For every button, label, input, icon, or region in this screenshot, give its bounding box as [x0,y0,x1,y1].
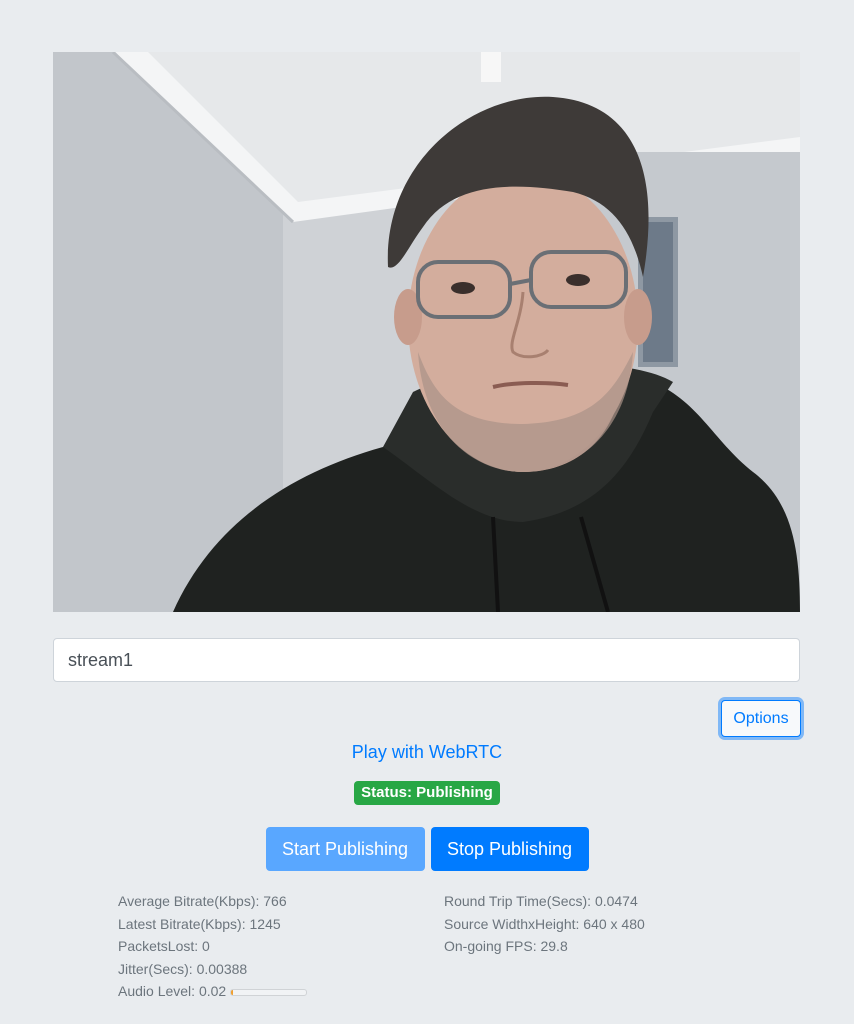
publish-actions: Start Publishing Stop Publishing [0,827,854,871]
fps-stat: On-going FPS: 29.8 [444,938,568,955]
stats-left-column: Average Bitrate(Kbps): 766 Latest Bitrat… [118,890,308,1003]
publish-page: Options Play with WebRTC Status: Publish… [0,0,854,1024]
audio-level-meter-fill [231,990,233,996]
status-badge: Status: Publishing [354,781,500,805]
webcam-image [53,52,800,612]
audio-level-meter [230,989,308,997]
packets-lost-stat: PacketsLost: 0 [118,938,210,955]
stats-right-column: Round Trip Time(Secs): 0.0474 Source Wid… [444,890,645,958]
average-bitrate-stat: Average Bitrate(Kbps): 766 [118,893,287,909]
play-link-container: Play with WebRTC [0,740,854,764]
status-container: Status: Publishing [0,781,854,805]
source-resolution-stat: Source WidthxHeight: 640 x 480 [444,915,645,932]
start-publishing-button[interactable]: Start Publishing [265,827,425,871]
latest-bitrate-stat: Latest Bitrate(Kbps): 1245 [118,915,281,932]
stop-publishing-button[interactable]: Stop Publishing [430,827,589,871]
audio-level-row: Audio Level: 0.02 [118,980,308,1003]
stream-name-input[interactable] [53,638,800,682]
round-trip-time-stat: Round Trip Time(Secs): 0.0474 [444,893,638,909]
options-button[interactable]: Options [721,700,801,737]
audio-level-stat: Audio Level: 0.02 [118,983,227,1000]
play-with-webrtc-link[interactable]: Play with WebRTC [352,742,502,762]
camera-preview [53,52,800,612]
jitter-stat: Jitter(Secs): 0.00388 [118,960,248,977]
